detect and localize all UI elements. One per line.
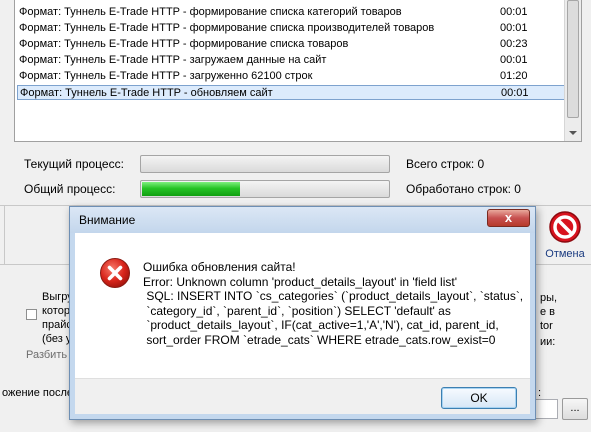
scroll-down-arrow-icon[interactable] [569, 131, 577, 135]
log-row[interactable]: Формат: Туннель E-Trade HTTP - загруженн… [17, 69, 565, 84]
total-process-label: Общий процесс: [24, 182, 116, 196]
log-row-message: Формат: Туннель E-Trade HTTP - загруженн… [19, 70, 313, 82]
log-row-time: 00:01 [501, 87, 529, 99]
total-process-fill [142, 182, 240, 196]
right-text-line1: ры, [540, 292, 558, 304]
log-row-message: Формат: Туннель E-Trade HTTP - загружаем… [19, 54, 327, 66]
dialog-title: Внимание [79, 213, 136, 227]
split-label: Разбить [26, 349, 68, 361]
log-row-time: 00:01 [500, 6, 528, 18]
stop-icon [549, 211, 581, 243]
bottom-colon: : [538, 387, 542, 399]
browse-button[interactable]: ... [562, 398, 588, 420]
log-row[interactable]: Формат: Туннель E-Trade HTTP - формирова… [17, 5, 565, 20]
ok-button[interactable]: OK [441, 387, 517, 409]
processed-rows-text: Обработано строк: 0 [406, 182, 521, 196]
error-message: Ошибка обновления сайта! Error: Unknown … [143, 260, 524, 347]
log-row[interactable]: Формат: Туннель E-Trade HTTP - обновляем… [17, 85, 565, 100]
right-text-line4: ии: [540, 336, 556, 348]
total-process-bar [140, 180, 390, 198]
warning-dialog: Внимание x Ошибка обновления сайта! Erro… [69, 206, 536, 420]
cancel-toolbar-label: Отмена [545, 248, 585, 260]
log-list[interactable]: Формат: Туннель E-Trade HTTP - формирова… [14, 0, 582, 142]
log-row-time: 00:23 [500, 38, 528, 50]
error-icon [100, 258, 130, 288]
right-text-line2: е в [540, 306, 556, 318]
option-checkbox[interactable] [26, 309, 37, 320]
log-row-message: Формат: Туннель E-Trade HTTP - формирова… [19, 22, 435, 34]
dialog-body: Ошибка обновления сайта! Error: Unknown … [75, 233, 530, 378]
bottom-label: ожение после [2, 387, 73, 399]
close-icon: x [504, 210, 513, 225]
option-text-line2: котор [42, 305, 70, 317]
log-row-message: Формат: Туннель E-Trade HTTP - формирова… [19, 38, 349, 50]
right-text-line3: tor [540, 320, 553, 332]
dialog-close-button[interactable]: x [487, 209, 530, 227]
log-row-time: 01:20 [500, 70, 528, 82]
log-row-message: Формат: Туннель E-Trade HTTP - обновляем… [20, 87, 273, 99]
log-row-time: 00:01 [500, 22, 528, 34]
option-text-line3: прайс [42, 319, 72, 331]
dialog-footer: OK [75, 378, 530, 414]
scrollbar-thumb[interactable] [567, 0, 579, 118]
cancel-toolbar-button[interactable]: Отмена [540, 208, 590, 264]
current-process-label: Текущий процесс: [24, 157, 124, 171]
option-text-line4: (без у [42, 333, 72, 345]
log-row[interactable]: Формат: Туннель E-Trade HTTP - формирова… [17, 21, 565, 36]
toolbar-divider [4, 205, 5, 265]
current-process-bar [140, 155, 390, 173]
total-rows-text: Всего строк: 0 [406, 157, 485, 171]
log-row[interactable]: Формат: Туннель E-Trade HTTP - загружаем… [17, 53, 565, 68]
log-row-time: 00:01 [500, 54, 528, 66]
log-row[interactable]: Формат: Туннель E-Trade HTTP - формирова… [17, 37, 565, 52]
log-row-message: Формат: Туннель E-Trade HTTP - формирова… [19, 6, 402, 18]
dialog-titlebar[interactable]: Внимание x [70, 207, 535, 233]
log-scrollbar[interactable] [564, 0, 581, 141]
